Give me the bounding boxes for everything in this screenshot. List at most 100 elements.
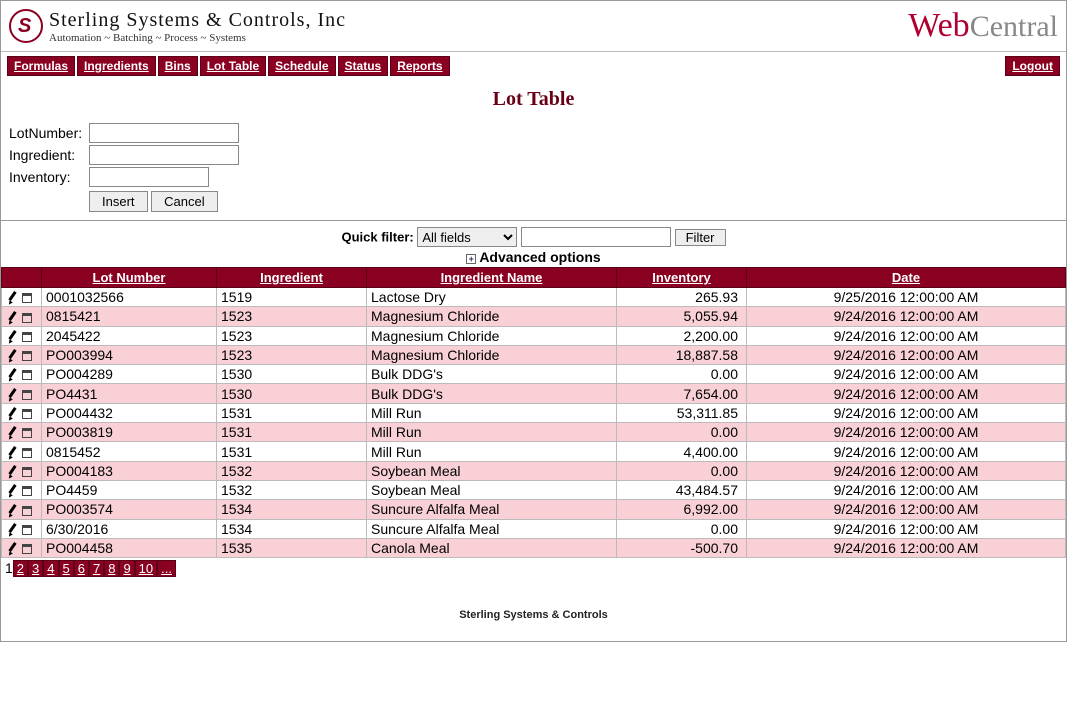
edit-icon[interactable] — [6, 484, 18, 498]
delete-icon[interactable] — [22, 390, 32, 400]
lotnumber-input[interactable] — [89, 123, 239, 143]
cell-inventory: 265.93 — [617, 288, 747, 307]
edit-icon[interactable] — [6, 388, 18, 402]
cell-lot: 0815452 — [42, 442, 217, 461]
pager-page[interactable]: 3 — [28, 560, 43, 577]
table-row: PO0042891530Bulk DDG's0.009/24/2016 12:0… — [2, 365, 1066, 384]
tab-bins[interactable]: Bins — [158, 56, 198, 76]
lotnumber-label: LotNumber: — [9, 125, 89, 141]
cell-date: 9/24/2016 12:00:00 AM — [747, 500, 1066, 519]
col-lot-number[interactable]: Lot Number — [42, 268, 217, 288]
table-row: PO0038191531Mill Run0.009/24/2016 12:00:… — [2, 423, 1066, 442]
pager: 12345678910... — [1, 558, 1066, 579]
filter-text-input[interactable] — [521, 227, 671, 247]
edit-icon[interactable] — [6, 291, 18, 305]
cell-date: 9/24/2016 12:00:00 AM — [747, 519, 1066, 538]
edit-icon[interactable] — [6, 349, 18, 363]
tab-lot-table[interactable]: Lot Table — [200, 56, 266, 76]
edit-icon[interactable] — [6, 542, 18, 556]
cell-date: 9/24/2016 12:00:00 AM — [747, 461, 1066, 480]
cell-inventory: -500.70 — [617, 538, 747, 557]
cell-ingredient: 1530 — [217, 365, 367, 384]
tab-schedule[interactable]: Schedule — [268, 56, 335, 76]
inventory-label: Inventory: — [9, 169, 89, 185]
cell-lot: PO004432 — [42, 403, 217, 422]
delete-icon[interactable] — [22, 525, 32, 535]
pager-page[interactable]: ... — [157, 560, 176, 577]
table-row: PO44311530Bulk DDG's7,654.009/24/2016 12… — [2, 384, 1066, 403]
edit-icon[interactable] — [6, 446, 18, 460]
col-ingredient-name[interactable]: Ingredient Name — [367, 268, 617, 288]
edit-icon[interactable] — [6, 426, 18, 440]
advanced-options-label[interactable]: Advanced options — [479, 249, 600, 265]
edit-icon[interactable] — [6, 311, 18, 325]
col-date[interactable]: Date — [747, 268, 1066, 288]
delete-icon[interactable] — [22, 544, 32, 554]
edit-icon[interactable] — [6, 504, 18, 518]
app-brand: WebCentral — [908, 7, 1058, 45]
pager-page[interactable]: 4 — [43, 560, 58, 577]
table-row: PO0041831532Soybean Meal0.009/24/2016 12… — [2, 461, 1066, 480]
ingredient-input[interactable] — [89, 145, 239, 165]
inventory-input[interactable] — [89, 167, 209, 187]
cell-ingredient-name: Bulk DDG's — [367, 384, 617, 403]
pager-page[interactable]: 7 — [89, 560, 104, 577]
cell-inventory: 6,992.00 — [617, 500, 747, 519]
col-ingredient[interactable]: Ingredient — [217, 268, 367, 288]
tab-reports[interactable]: Reports — [390, 56, 449, 76]
delete-icon[interactable] — [22, 409, 32, 419]
tab-formulas[interactable]: Formulas — [7, 56, 75, 76]
cancel-button[interactable]: Cancel — [151, 191, 217, 212]
delete-icon[interactable] — [22, 506, 32, 516]
cell-ingredient: 1532 — [217, 480, 367, 499]
expand-icon[interactable]: + — [466, 254, 476, 264]
filter-field-select[interactable]: All fields — [417, 227, 517, 247]
delete-icon[interactable] — [22, 332, 32, 342]
pager-page[interactable]: 5 — [59, 560, 74, 577]
delete-icon[interactable] — [22, 448, 32, 458]
cell-inventory: 18,887.58 — [617, 345, 747, 364]
tab-ingredients[interactable]: Ingredients — [77, 56, 156, 76]
edit-icon[interactable] — [6, 523, 18, 537]
delete-icon[interactable] — [22, 370, 32, 380]
cell-ingredient: 1534 — [217, 519, 367, 538]
logout-link[interactable]: Logout — [1005, 56, 1060, 76]
cell-inventory: 4,400.00 — [617, 442, 747, 461]
cell-ingredient-name: Bulk DDG's — [367, 365, 617, 384]
insert-button[interactable]: Insert — [89, 191, 148, 212]
table-row: PO44591532Soybean Meal43,484.579/24/2016… — [2, 480, 1066, 499]
pager-page[interactable]: 10 — [135, 560, 157, 577]
pager-page[interactable]: 8 — [104, 560, 119, 577]
header-bar: Sterling Systems & Controls, Inc Automat… — [1, 1, 1066, 52]
cell-date: 9/24/2016 12:00:00 AM — [747, 384, 1066, 403]
delete-icon[interactable] — [22, 486, 32, 496]
edit-icon[interactable] — [6, 407, 18, 421]
cell-inventory: 0.00 — [617, 365, 747, 384]
pager-page[interactable]: 9 — [119, 560, 134, 577]
table-row: 20454221523Magnesium Chloride2,200.009/2… — [2, 326, 1066, 345]
cell-date: 9/24/2016 12:00:00 AM — [747, 365, 1066, 384]
cell-lot: 6/30/2016 — [42, 519, 217, 538]
col-inventory[interactable]: Inventory — [617, 268, 747, 288]
edit-icon[interactable] — [6, 368, 18, 382]
edit-icon[interactable] — [6, 330, 18, 344]
edit-icon[interactable] — [6, 465, 18, 479]
delete-icon[interactable] — [22, 293, 32, 303]
table-row: PO0044321531Mill Run53,311.859/24/2016 1… — [2, 403, 1066, 422]
cell-inventory: 0.00 — [617, 461, 747, 480]
delete-icon[interactable] — [22, 351, 32, 361]
cell-lot: 2045422 — [42, 326, 217, 345]
tab-status[interactable]: Status — [338, 56, 389, 76]
cell-ingredient: 1523 — [217, 307, 367, 326]
quick-filter-row: Quick filter: All fields Filter — [1, 221, 1066, 249]
cell-ingredient-name: Mill Run — [367, 442, 617, 461]
delete-icon[interactable] — [22, 428, 32, 438]
pager-page[interactable]: 2 — [13, 560, 28, 577]
delete-icon[interactable] — [22, 467, 32, 477]
cell-ingredient-name: Mill Run — [367, 403, 617, 422]
cell-ingredient: 1530 — [217, 384, 367, 403]
cell-ingredient-name: Suncure Alfalfa Meal — [367, 519, 617, 538]
pager-page[interactable]: 6 — [74, 560, 89, 577]
delete-icon[interactable] — [22, 313, 32, 323]
filter-button[interactable]: Filter — [675, 229, 726, 246]
